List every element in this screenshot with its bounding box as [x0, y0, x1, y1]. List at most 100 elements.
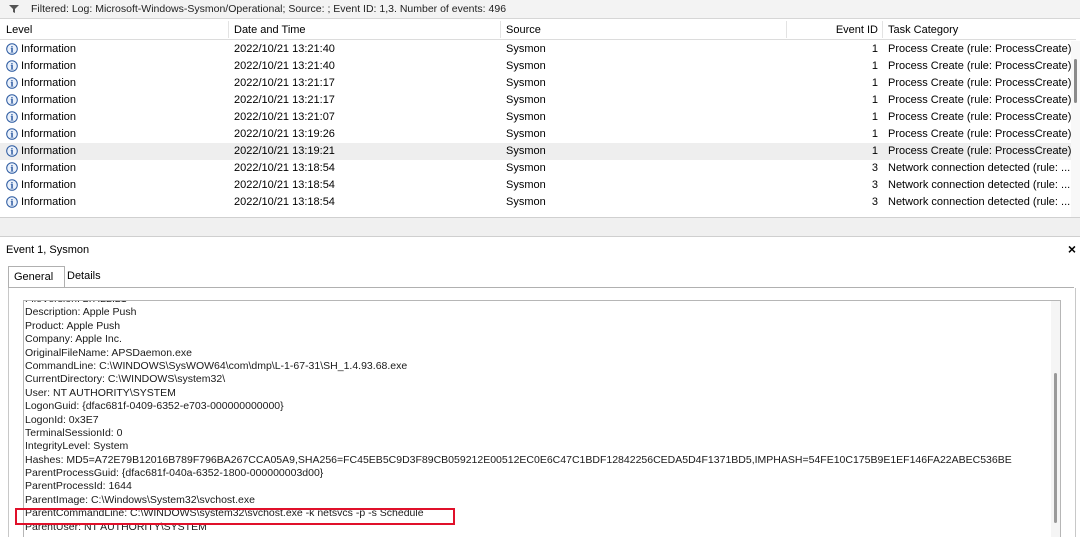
cell-event-id: 1: [871, 145, 878, 157]
detail-line: User: NT AUTHORITY\SYSTEM: [25, 386, 176, 399]
column-header-level[interactable]: Level: [6, 24, 32, 36]
cell-event-id: 1: [871, 43, 878, 55]
event-detail-title: Event 1, Sysmon: [6, 244, 90, 256]
column-header-task-category[interactable]: Task Category: [888, 24, 958, 36]
detail-line: LogonGuid: {dfac681f-0409-6352-e703-0000…: [25, 400, 284, 413]
scrollbar-thumb[interactable]: [1074, 59, 1077, 103]
table-row[interactable]: i Information 2022/10/21 13:21:17 Sysmon 1 Pr…: [0, 92, 1076, 109]
information-icon: i: [6, 111, 18, 123]
detail-line: Company: Apple Inc.: [25, 333, 122, 346]
detail-line: ParentProcessGuid: {dfac681f-040a-6352-1…: [25, 467, 324, 480]
tab-details[interactable]: Details: [62, 266, 110, 287]
cell-level: Information: [21, 162, 77, 174]
information-icon: i: [6, 162, 18, 174]
information-icon: i: [6, 179, 18, 191]
cell-date: 2022/10/21 13:21:17: [234, 77, 335, 89]
cell-level: Information: [21, 145, 77, 157]
cell-task-category: Network connection detected (rule: ...: [888, 162, 1071, 174]
detail-scrollbar[interactable]: [1051, 301, 1060, 537]
table-row[interactable]: i Information 2022/10/21 13:19:21 Sysmon 1 Pr…: [0, 143, 1076, 160]
cell-date: 2022/10/21 13:18:54: [234, 162, 335, 174]
information-icon: i: [6, 145, 18, 157]
detail-line: LogonId: 0x3E7: [25, 413, 99, 426]
cell-task-category: Process Create (rule: ProcessCreate): [888, 60, 1072, 72]
cell-date: 2022/10/21 13:21:17: [234, 94, 335, 106]
detail-line: ParentImage: C:\Windows\System32\svchost…: [25, 493, 255, 506]
table-row[interactable]: iInformation 2022/10/21 13:18:54 Sysmon 3 Ne…: [0, 194, 1076, 211]
event-rows: i Information 2022/10/21 13:21:40 Sysmon 1 Pr…: [0, 41, 1076, 217]
cell-event-id: 3: [871, 196, 878, 208]
cell-event-id: 3: [871, 162, 878, 174]
cell-event-id: 1: [871, 77, 878, 89]
cell-task-category: Process Create (rule: ProcessCreate): [888, 94, 1072, 106]
cell-task-category: Process Create (rule: ProcessCreate): [888, 111, 1072, 123]
cell-event-id: 3: [871, 179, 878, 191]
filter-text: Filtered: Log: Microsoft-Windows-Sysmon/…: [31, 3, 507, 15]
cell-source: Sysmon: [506, 60, 546, 72]
cell-source: Sysmon: [506, 77, 546, 89]
information-icon: i: [6, 43, 18, 55]
cell-task-category: Process Create (rule: ProcessCreate): [888, 77, 1072, 89]
cell-level: Information: [21, 196, 77, 208]
column-header-source[interactable]: Source: [506, 24, 541, 36]
cell-source: Sysmon: [506, 196, 546, 208]
cell-date: 2022/10/21 13:18:54: [234, 179, 335, 191]
event-list-scrollbar[interactable]: [1071, 41, 1080, 217]
table-row[interactable]: i Information 2022/10/21 13:19:26 Sysmon 1 Pr…: [0, 126, 1076, 143]
cell-level: Information: [21, 179, 77, 191]
cell-task-category: Process Create (rule: ProcessCreate): [888, 43, 1072, 55]
column-header-row: Level Date and Time Source Event ID Task…: [0, 21, 1076, 40]
table-row[interactable]: iInformation 2022/10/21 13:18:54 Sysmon 3 Ne…: [0, 160, 1076, 177]
highlight-box: [15, 508, 455, 525]
table-row[interactable]: i Information 2022/10/21 13:21:17 Sysmon 1 Pr…: [0, 75, 1076, 92]
cell-event-id: 1: [871, 128, 878, 140]
close-icon[interactable]: ×: [1068, 242, 1076, 256]
cell-task-category: Network connection detected (rule: ...: [888, 179, 1071, 191]
table-row[interactable]: i Information 2022/10/21 13:21:40 Sysmon 1 Pr…: [0, 58, 1076, 75]
cell-source: Sysmon: [506, 128, 546, 140]
cell-level: Information: [21, 60, 77, 72]
pane-splitter[interactable]: [0, 217, 1080, 236]
cell-source: Sysmon: [506, 111, 546, 123]
cell-event-id: 1: [871, 94, 878, 106]
detail-line: CommandLine: C:\WINDOWS\SysWOW64\com\dmp…: [25, 359, 408, 372]
cell-source: Sysmon: [506, 162, 546, 174]
table-row[interactable]: iInformation 2022/10/21 13:18:54 Sysmon 3 Ne…: [0, 177, 1076, 194]
tab-general[interactable]: General: [8, 266, 65, 288]
information-icon: i: [6, 77, 18, 89]
cell-source: Sysmon: [506, 179, 546, 191]
event-description-text[interactable]: FileVersion: 2.7.22.21Description: Apple…: [23, 300, 1061, 537]
scrollbar-thumb[interactable]: [1054, 373, 1057, 523]
information-icon: i: [6, 128, 18, 140]
cell-date: 2022/10/21 13:19:26: [234, 128, 335, 140]
cell-level: Information: [21, 94, 77, 106]
cell-task-category: Process Create (rule: ProcessCreate): [888, 145, 1072, 157]
detail-line: Product: Apple Push: [25, 319, 121, 332]
detail-line: Hashes: MD5=A72E79B12016B789F796BA267CCA…: [25, 453, 1012, 466]
cell-level: Information: [21, 77, 77, 89]
cell-event-id: 1: [871, 60, 878, 72]
funnel-icon: [9, 5, 19, 13]
information-icon: i: [6, 94, 18, 106]
detail-line: CurrentDirectory: C:\WINDOWS\system32\: [25, 373, 226, 386]
cell-level: Information: [21, 111, 77, 123]
cell-date: 2022/10/21 13:21:07: [234, 111, 335, 123]
cell-level: Information: [21, 43, 77, 55]
detail-line: TerminalSessionId: 0: [25, 426, 123, 439]
detail-line: ParentProcessId: 1644: [25, 480, 132, 493]
cell-source: Sysmon: [506, 145, 546, 157]
cell-event-id: 1: [871, 111, 878, 123]
filter-bar: Filtered: Log: Microsoft-Windows-Sysmon/…: [0, 0, 1080, 19]
column-header-date[interactable]: Date and Time: [234, 24, 306, 36]
table-row[interactable]: i Information 2022/10/21 13:21:40 Sysmon 1 Pr…: [0, 41, 1076, 58]
cell-task-category: Process Create (rule: ProcessCreate): [888, 128, 1072, 140]
information-icon: i: [6, 196, 18, 208]
cell-date: 2022/10/21 13:21:40: [234, 60, 335, 72]
event-list: Level Date and Time Source Event ID Task…: [0, 21, 1080, 217]
information-icon: i: [6, 60, 18, 72]
column-header-event-id[interactable]: Event ID: [800, 24, 878, 36]
detail-line: Description: Apple Push: [25, 306, 137, 319]
detail-line: OriginalFileName: APSDaemon.exe: [25, 346, 192, 359]
cell-source: Sysmon: [506, 94, 546, 106]
table-row[interactable]: i Information 2022/10/21 13:21:07 Sysmon 1 Pr…: [0, 109, 1076, 126]
